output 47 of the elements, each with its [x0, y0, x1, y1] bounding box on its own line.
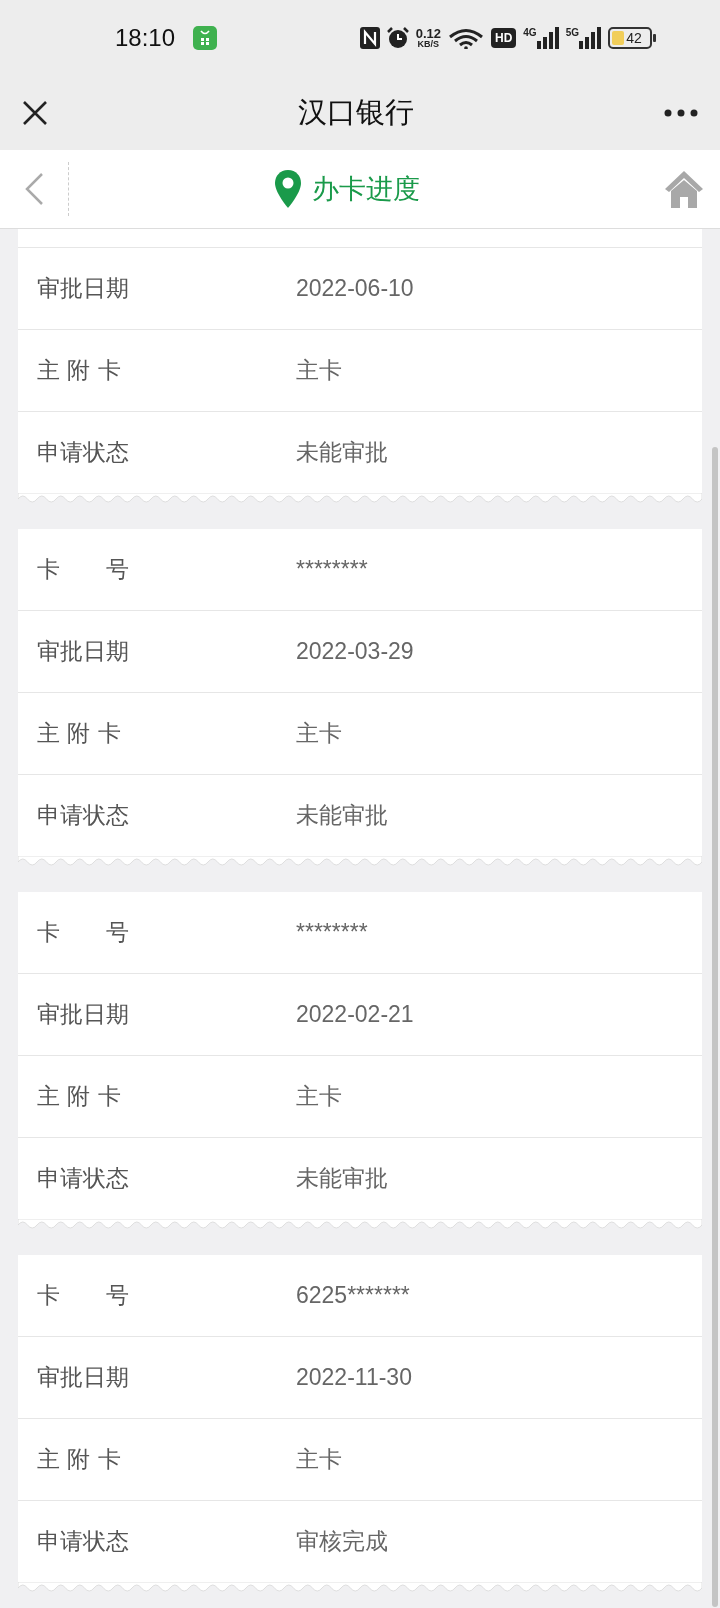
signal-icon	[579, 27, 601, 49]
more-icon[interactable]	[664, 109, 698, 117]
field-value: 主卡	[296, 1082, 342, 1111]
field-value: 主卡	[296, 719, 342, 748]
field-value: 审核完成	[296, 1527, 388, 1556]
field-label: 卡 号	[37, 918, 130, 947]
field-label: 审批日期	[37, 1000, 130, 1029]
nfc-icon	[359, 27, 380, 49]
field-value: 未能审批	[296, 801, 388, 830]
speed-unit: KB/S	[417, 40, 440, 49]
field-label: 主 附 卡	[37, 719, 122, 748]
network-type: 5G	[565, 27, 579, 38]
field-label: 申请状态	[37, 1164, 130, 1193]
field-label: 审批日期	[37, 1363, 130, 1392]
section-title: 办卡进度	[311, 172, 420, 206]
field-value: 2022-11-30	[296, 1364, 412, 1391]
field-value: 主卡	[296, 356, 342, 385]
alarm-icon	[386, 27, 409, 49]
clock-time: 18:10	[115, 24, 176, 52]
field-label: 卡 号	[37, 555, 130, 584]
field-value: 2022-06-10	[296, 275, 414, 302]
network-type: 4G	[523, 27, 537, 38]
wifi-icon	[447, 27, 484, 49]
close-icon[interactable]	[22, 100, 48, 126]
field-label: 审批日期	[37, 637, 130, 666]
field-label: 审批日期	[37, 274, 130, 303]
network-speed: 0.12	[415, 27, 441, 40]
field-value: 2022-02-21	[296, 1001, 414, 1028]
field-value: ********	[296, 556, 368, 583]
page-title: 汉口银行	[298, 94, 414, 131]
field-label: 主 附 卡	[37, 356, 122, 385]
field-value: ********	[296, 919, 368, 946]
field-label: 申请状态	[37, 1527, 130, 1556]
app-icon	[193, 26, 218, 50]
hd-badge: HD	[490, 28, 517, 48]
location-pin-icon	[273, 169, 302, 209]
field-value: 2022-03-29	[296, 638, 414, 665]
field-value: 主卡	[296, 1445, 342, 1474]
field-label: 主 附 卡	[37, 1082, 122, 1111]
field-label: 申请状态	[37, 801, 130, 830]
field-label: 主 附 卡	[37, 1445, 122, 1474]
field-value: 未能审批	[296, 1164, 388, 1193]
field-value: 未能审批	[296, 438, 388, 467]
field-value: 6225*******	[296, 1282, 410, 1309]
field-label: 卡 号	[37, 1281, 130, 1310]
signal-icon	[536, 27, 559, 49]
field-label: 申请状态	[37, 438, 130, 467]
